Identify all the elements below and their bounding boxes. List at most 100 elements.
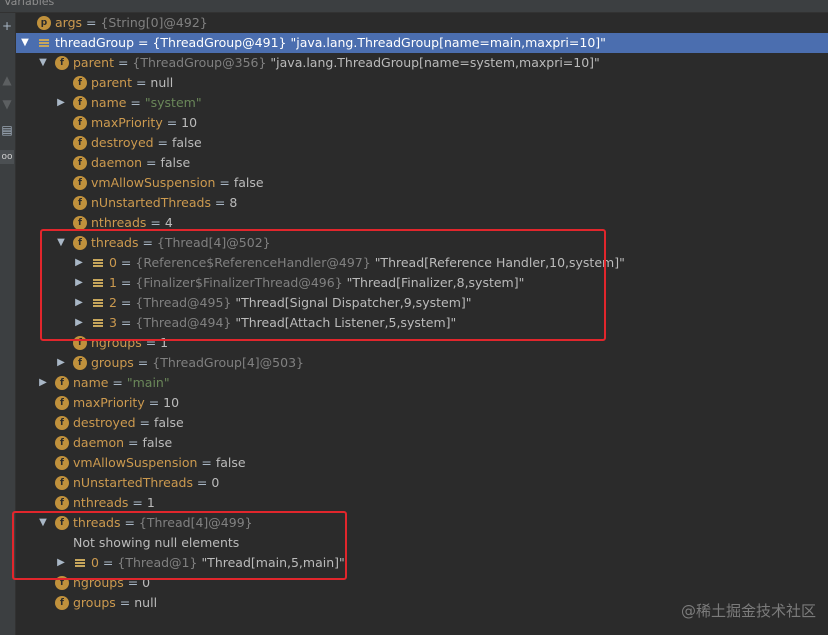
- collapse-arrow-icon[interactable]: ▼: [37, 53, 49, 73]
- field-icon: f: [55, 56, 69, 70]
- system-threads-box: [40, 229, 606, 341]
- variable-value: null: [150, 75, 174, 90]
- variable-row[interactable]: ▶ f name = "main": [16, 373, 828, 393]
- variable-value: 10: [181, 115, 198, 130]
- object-reference: {ThreadGroup@356}: [132, 55, 267, 70]
- equals-sign: =: [128, 495, 147, 510]
- glasses-icon[interactable]: oo: [0, 150, 14, 164]
- variable-row[interactable]: f daemon = false: [16, 153, 828, 173]
- object-reference: {ThreadGroup[4]@503}: [152, 355, 304, 370]
- variable-name: destroyed: [73, 415, 136, 430]
- equals-sign: =: [153, 135, 172, 150]
- variable-row[interactable]: f vmAllowSuspension = false: [16, 173, 828, 193]
- variable-value: false: [233, 175, 264, 190]
- variable-row[interactable]: ▶ f name = "system": [16, 93, 828, 113]
- field-icon: f: [55, 476, 69, 490]
- equals-sign: =: [133, 355, 153, 370]
- equals-sign: =: [108, 375, 127, 390]
- variable-value: false: [215, 455, 246, 470]
- variable-name: groups: [73, 595, 116, 610]
- variable-value: 4: [164, 215, 173, 230]
- variables-panel-header: Variables: [0, 0, 828, 13]
- field-icon: f: [73, 356, 87, 370]
- variable-value: "main": [126, 375, 170, 390]
- field-icon: f: [73, 216, 87, 230]
- watermark: @稀土掘金技术社区: [680, 602, 816, 620]
- variable-row[interactable]: ▶ f groups = {ThreadGroup[4]@503}: [16, 353, 828, 373]
- variable-name: daemon: [91, 155, 143, 170]
- variable-name: nthreads: [73, 495, 129, 510]
- down-icon[interactable]: ▼: [0, 97, 14, 111]
- variable-value: "system": [144, 95, 202, 110]
- variable-value: false: [172, 135, 202, 150]
- equals-sign: =: [113, 55, 133, 70]
- expand-arrow-icon[interactable]: ▶: [55, 353, 67, 373]
- equals-sign: =: [115, 595, 135, 610]
- up-icon[interactable]: ▲: [0, 73, 14, 87]
- variable-row[interactable]: f nUnstartedThreads = 0: [16, 473, 828, 493]
- equals-sign: =: [142, 155, 161, 170]
- variable-row[interactable]: p args = {String[0]@492}: [16, 13, 828, 33]
- expand-arrow-icon[interactable]: ▶: [55, 93, 67, 113]
- variable-value: false: [154, 415, 184, 430]
- variable-row[interactable]: f nthreads = 1: [16, 493, 828, 513]
- field-icon: f: [73, 136, 87, 150]
- equals-sign: =: [126, 95, 145, 110]
- field-icon: f: [73, 156, 87, 170]
- variable-name: maxPriority: [73, 395, 145, 410]
- plus-icon[interactable]: +: [0, 19, 14, 33]
- variable-name: groups: [91, 355, 134, 370]
- equals-sign: =: [135, 415, 154, 430]
- field-icon: f: [73, 196, 87, 210]
- equals-sign: =: [124, 435, 143, 450]
- variable-name: daemon: [73, 435, 125, 450]
- equals-sign: =: [162, 115, 182, 130]
- variable-row[interactable]: f maxPriority = 10: [16, 393, 828, 413]
- array-element-icon: [37, 36, 51, 50]
- collapse-arrow-icon[interactable]: ▼: [19, 33, 31, 53]
- variable-name: nUnstartedThreads: [91, 195, 211, 210]
- variable-row[interactable]: ▼ threadGroup = {ThreadGroup@491} "java.l…: [16, 33, 828, 53]
- variable-value: 8: [229, 195, 238, 210]
- variable-row[interactable]: f parent = null: [16, 73, 828, 93]
- variable-value: "java.lang.ThreadGroup[name=system,maxpr…: [270, 55, 600, 70]
- object-reference: {String[0]@492}: [100, 15, 208, 30]
- variable-name: threadGroup: [55, 35, 135, 50]
- variable-value: false: [160, 155, 191, 170]
- field-icon: f: [73, 96, 87, 110]
- copy-icon[interactable]: ▤: [0, 123, 14, 137]
- variable-name: parent: [73, 55, 114, 70]
- expand-arrow-icon[interactable]: ▶: [37, 373, 49, 393]
- variable-name: nthreads: [91, 215, 147, 230]
- main-threads-box: [12, 511, 347, 580]
- variable-row[interactable]: ▼ f parent = {ThreadGroup@356} "java.lang.…: [16, 53, 828, 73]
- equals-sign: =: [134, 35, 153, 50]
- equals-sign: =: [131, 75, 151, 90]
- field-icon: f: [73, 116, 87, 130]
- field-icon: f: [55, 496, 69, 510]
- variable-value: false: [142, 435, 173, 450]
- variable-row[interactable]: f maxPriority = 10: [16, 113, 828, 133]
- variable-row[interactable]: f destroyed = false: [16, 133, 828, 153]
- field-icon: f: [55, 596, 69, 610]
- variable-row[interactable]: f daemon = false: [16, 433, 828, 453]
- variable-value: 1: [146, 495, 155, 510]
- variable-name: name: [91, 95, 127, 110]
- variable-row[interactable]: f vmAllowSuspension = false: [16, 453, 828, 473]
- variable-value: 0: [211, 475, 220, 490]
- equals-sign: =: [192, 475, 212, 490]
- equals-sign: =: [210, 195, 230, 210]
- variable-value: null: [134, 595, 158, 610]
- variable-value: "java.lang.ThreadGroup[name=main,maxpri=…: [290, 35, 606, 50]
- equals-sign: =: [146, 215, 165, 230]
- field-icon: f: [55, 456, 69, 470]
- equals-sign: =: [215, 175, 234, 190]
- variable-row[interactable]: f nUnstartedThreads = 8: [16, 193, 828, 213]
- field-icon: f: [55, 416, 69, 430]
- variable-name: maxPriority: [91, 115, 163, 130]
- variable-name: name: [73, 375, 109, 390]
- equals-sign: =: [197, 455, 216, 470]
- variable-name: vmAllowSuspension: [91, 175, 216, 190]
- variable-row[interactable]: f destroyed = false: [16, 413, 828, 433]
- variable-name: vmAllowSuspension: [73, 455, 198, 470]
